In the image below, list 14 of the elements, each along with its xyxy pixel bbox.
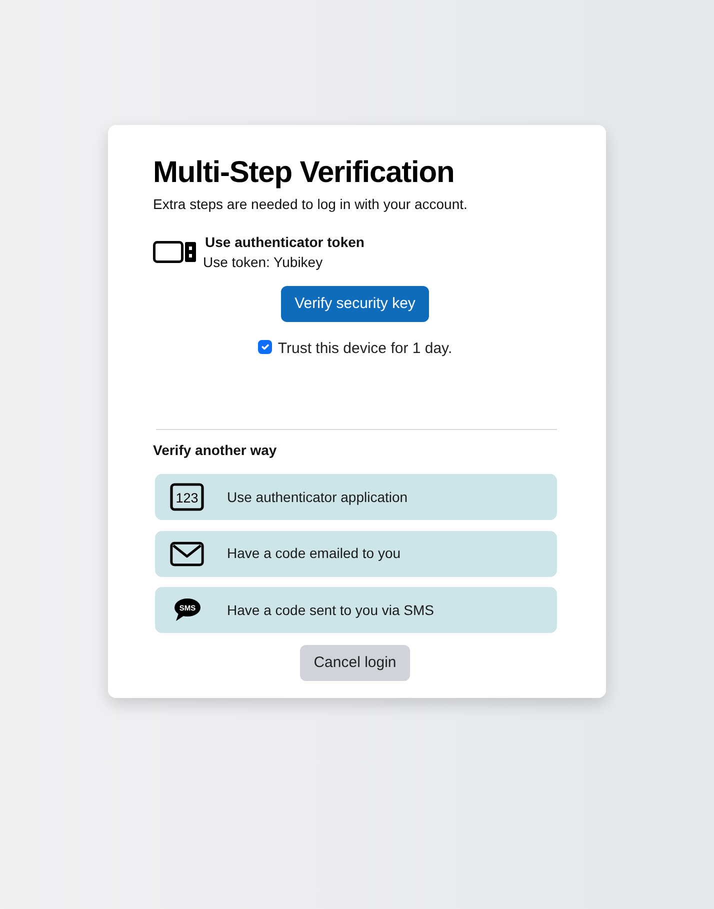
- verify-option-button[interactable]: 123 Use authenticator application: [155, 474, 557, 520]
- verify-button[interactable]: Verify security key: [280, 286, 430, 322]
- page-title: Multi-Step Verification: [153, 155, 456, 191]
- envelope-icon: [170, 540, 204, 566]
- cancel-login-button[interactable]: Cancel login: [300, 645, 410, 681]
- number-pad-icon: 123: [170, 483, 204, 511]
- section-heading: Verify another way: [153, 441, 278, 460]
- verify-option-button[interactable]: Have a code emailed to you: [155, 530, 557, 576]
- trust-device-label: Trust this device for 1 day.: [278, 340, 452, 357]
- method-detail: Use token: Yubikey: [203, 253, 324, 272]
- subtitle-text: Extra steps are needed to log in with your account.: [153, 195, 468, 214]
- method-title: Use authenticator token: [204, 233, 364, 252]
- trust-device-checkbox[interactable]: [258, 340, 272, 354]
- security-key-icon: [153, 241, 197, 263]
